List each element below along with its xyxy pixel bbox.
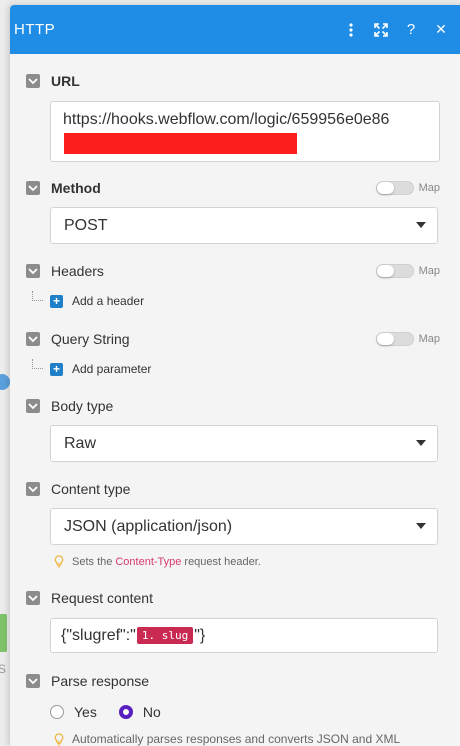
body-type-value: Raw	[64, 434, 97, 452]
chevron-down-icon	[416, 523, 426, 529]
request-content-label-row: Request content	[26, 590, 153, 606]
help-icon[interactable]: ?	[396, 5, 426, 54]
plus-icon: +	[50, 362, 63, 376]
method-select[interactable]: POST	[50, 207, 438, 244]
request-content-input[interactable]: {"slugref":" 1. slug "}	[50, 618, 438, 653]
url-label-row: URL	[26, 73, 80, 89]
collapse-checkbox-icon[interactable]	[26, 264, 40, 278]
url-input[interactable]: https://hooks.webflow.com/logic/659956e0…	[50, 101, 440, 162]
add-header-button[interactable]: + Add a header	[50, 294, 144, 308]
content-type-label: Content type	[51, 481, 131, 497]
close-icon[interactable]: ✕	[426, 5, 456, 54]
body-type-select[interactable]: Raw	[50, 425, 438, 462]
query-string-label: Query String	[51, 331, 130, 347]
request-content-prefix: {"slugref":"	[61, 626, 136, 644]
collapse-checkbox-icon[interactable]	[26, 482, 40, 496]
collapse-checkbox-icon[interactable]	[26, 74, 40, 88]
hint-keyword: Content-Type	[115, 555, 182, 568]
query-string-map-toggle[interactable]: Map	[375, 332, 440, 346]
panel-header: HTTP ? ✕	[10, 5, 460, 54]
map-label: Map	[418, 182, 440, 194]
content-type-label-row: Content type	[26, 481, 130, 497]
add-header-label: Add a header	[72, 294, 145, 308]
url-value: https://hooks.webflow.com/logic/659956e0…	[63, 111, 390, 128]
hint-text: request header.	[184, 555, 261, 568]
collapse-checkbox-icon[interactable]	[26, 399, 40, 413]
map-label: Map	[418, 265, 440, 277]
request-content-label: Request content	[51, 590, 153, 606]
toggle-switch[interactable]	[375, 264, 414, 278]
expand-icon[interactable]	[366, 5, 396, 54]
content-type-select[interactable]: JSON (application/json)	[50, 508, 438, 545]
body-type-label-row: Body type	[26, 398, 113, 414]
add-parameter-label: Add parameter	[72, 362, 152, 376]
radio-yes[interactable]	[50, 705, 64, 719]
content-type-hint: Sets the Content-Type request header.	[54, 555, 261, 568]
parse-response-label: Parse response	[51, 673, 150, 689]
lightbulb-icon	[54, 732, 64, 746]
body-type-label: Body type	[51, 398, 114, 414]
hint-text: Automatically parses responses and conve…	[72, 732, 401, 746]
method-label-row: Method	[26, 180, 101, 196]
toggle-switch[interactable]	[375, 332, 414, 346]
url-label: URL	[51, 73, 80, 89]
collapse-checkbox-icon[interactable]	[26, 674, 40, 688]
scenario-module-edge[interactable]	[0, 614, 7, 652]
query-string-label-row: Query String	[26, 331, 130, 347]
request-content-suffix: "}	[194, 626, 206, 644]
method-map-toggle[interactable]: Map	[375, 181, 440, 195]
collapse-checkbox-icon[interactable]	[26, 591, 40, 605]
redaction-box	[64, 133, 297, 154]
toggle-switch[interactable]	[375, 181, 414, 195]
headers-label: Headers	[51, 263, 104, 279]
tree-connector	[32, 359, 43, 369]
content-type-value: JSON (application/json)	[64, 517, 233, 535]
parse-response-hint: Automatically parses responses and conve…	[54, 732, 400, 746]
map-label: Map	[418, 333, 440, 345]
lightbulb-icon	[54, 555, 64, 568]
headers-label-row: Headers	[26, 263, 104, 279]
plus-icon: +	[50, 294, 63, 308]
add-parameter-button[interactable]: + Add parameter	[50, 362, 151, 376]
method-label: Method	[51, 180, 101, 196]
hint-text: Sets the	[72, 555, 113, 568]
more-vertical-icon[interactable]	[336, 5, 366, 54]
chevron-down-icon	[416, 222, 426, 228]
radio-no[interactable]	[118, 705, 133, 719]
radio-yes-label[interactable]: Yes	[74, 704, 97, 720]
canvas-label-fragment: S	[0, 662, 7, 676]
parse-response-label-row: Parse response	[26, 673, 149, 689]
method-value: POST	[64, 216, 108, 234]
panel-title: HTTP	[14, 21, 56, 38]
http-module-panel: HTTP ? ✕ URL https://hooks.webflow.com/l…	[10, 5, 460, 746]
collapse-checkbox-icon[interactable]	[26, 181, 40, 195]
mapped-variable-tag[interactable]: 1. slug	[136, 627, 194, 644]
tree-connector	[32, 291, 43, 301]
collapse-checkbox-icon[interactable]	[26, 332, 40, 346]
headers-map-toggle[interactable]: Map	[375, 264, 440, 278]
chevron-down-icon	[416, 440, 426, 446]
radio-no-label[interactable]: No	[143, 704, 161, 720]
parse-response-options: Yes No	[50, 704, 161, 720]
